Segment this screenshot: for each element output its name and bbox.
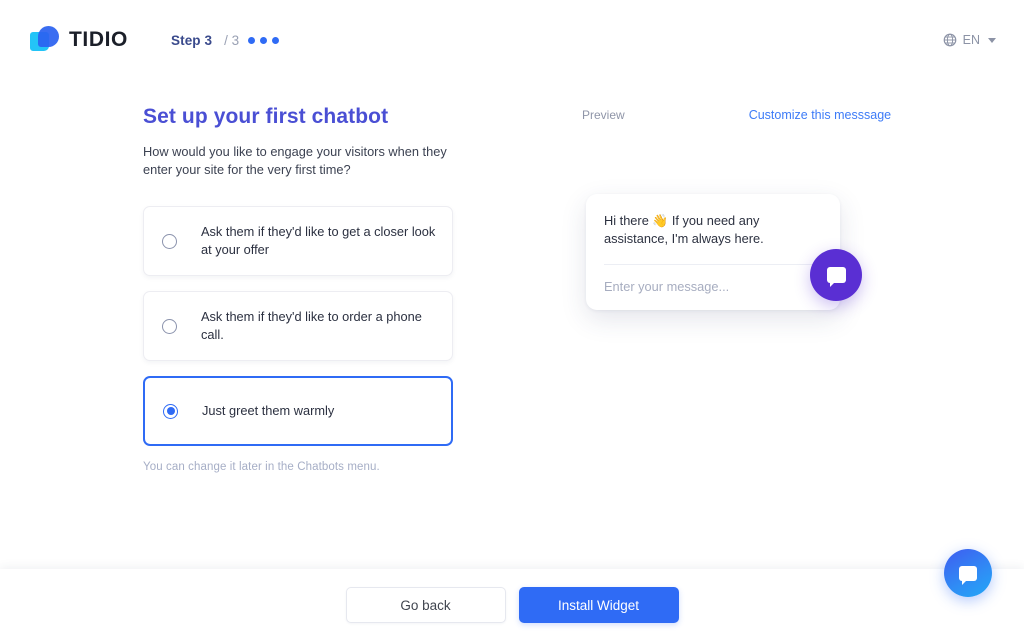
option-list: Ask them if they'd like to get a closer … xyxy=(143,206,463,447)
step-dot xyxy=(260,36,268,44)
globe-icon xyxy=(943,33,956,47)
option-card-phone-call[interactable]: Ask them if they'd like to order a phone… xyxy=(143,291,453,362)
step-total-label: / 3 xyxy=(224,32,240,48)
chat-preview-card: Hi there 👋 If you need any assistance, I… xyxy=(586,194,840,311)
top-bar: TIDIO Step 3 / 3 EN xyxy=(0,0,1024,80)
radio-offer[interactable] xyxy=(162,233,177,249)
customize-message-link[interactable]: Customize this messsage xyxy=(749,108,891,122)
page-title: Set up your first chatbot xyxy=(143,105,389,128)
preview-label: Preview xyxy=(582,108,625,122)
preview-panel: Preview Customize this messsage Hi there… xyxy=(582,108,982,311)
logo-wordmark: TIDIO xyxy=(69,28,128,51)
option-label: Ask them if they'd like to order a phone… xyxy=(201,309,422,343)
global-chat-launcher-button[interactable] xyxy=(944,549,992,597)
go-back-button[interactable]: Go back xyxy=(345,587,506,623)
step-dot xyxy=(272,36,280,44)
main-content: Set up your first chatbot How would you … xyxy=(0,80,1024,569)
language-value: EN xyxy=(962,33,980,47)
chat-bubble-icon xyxy=(826,267,846,287)
language-selector[interactable]: EN xyxy=(943,33,996,47)
option-card-greet[interactable]: Just greet them warmly xyxy=(143,376,453,447)
step-dots xyxy=(248,36,280,44)
option-label: Just greet them warmly xyxy=(202,403,335,419)
chat-bubble-icon xyxy=(959,565,977,585)
preview-header: Preview Customize this messsage xyxy=(582,108,982,122)
chat-message-input[interactable]: Enter your message... xyxy=(604,279,822,294)
page-subtitle: How would you like to engage your visito… xyxy=(143,144,447,177)
install-widget-button[interactable]: Install Widget xyxy=(518,587,679,623)
step-indicator: Step 3 / 3 xyxy=(171,32,280,48)
footer-bar: Go back Install Widget xyxy=(0,569,1024,641)
option-label: Ask them if they'd like to get a closer … xyxy=(201,224,436,258)
setup-form: Set up your first chatbot How would you … xyxy=(143,105,463,473)
preview-chat-bubble-icon-button[interactable] xyxy=(810,249,862,301)
chat-greeting-message: Hi there 👋 If you need any assistance, I… xyxy=(604,213,764,247)
chat-divider xyxy=(604,264,822,266)
helper-note: You can change it later in the Chatbots … xyxy=(143,461,380,474)
brand-logo[interactable]: TIDIO xyxy=(30,25,128,55)
radio-greet[interactable] xyxy=(163,403,178,419)
step-dot xyxy=(248,36,256,44)
tidio-logo-icon xyxy=(30,25,60,55)
option-card-offer[interactable]: Ask them if they'd like to get a closer … xyxy=(143,206,453,277)
chevron-down-icon xyxy=(988,37,996,43)
radio-phone-call[interactable] xyxy=(162,318,177,334)
step-current-label: Step 3 xyxy=(171,32,213,48)
